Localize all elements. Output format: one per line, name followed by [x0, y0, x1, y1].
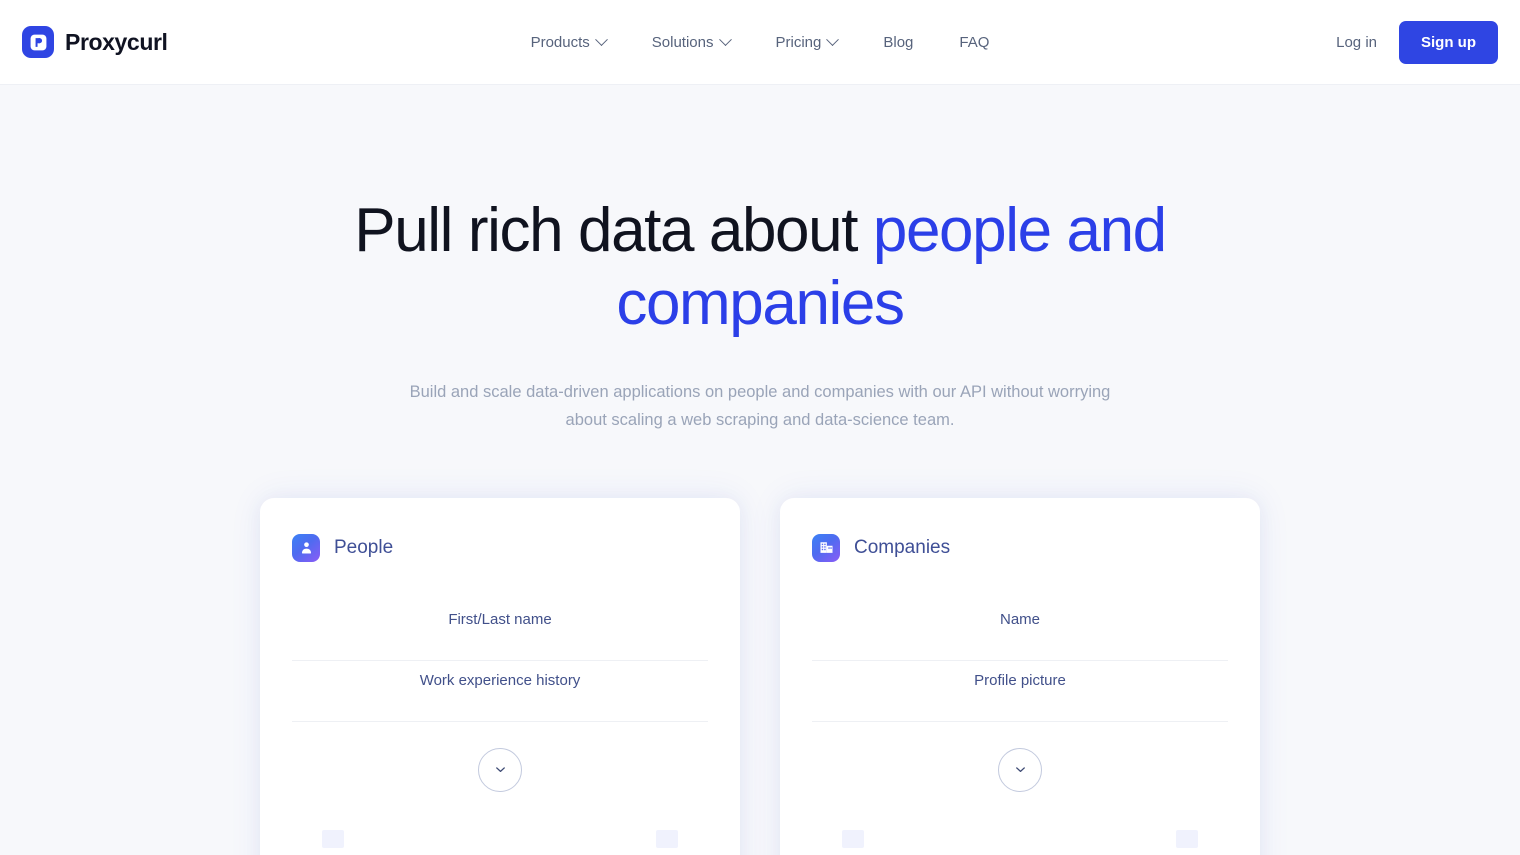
site-header: Proxycurl Products Solutions Pricing Blo… [0, 0, 1520, 85]
nav-item-faq[interactable]: FAQ [959, 34, 989, 51]
card-people-expand-wrap [292, 747, 708, 792]
nav-label-solutions: Solutions [651, 33, 714, 51]
card-companies-field-1: Name [812, 600, 1228, 661]
card-companies-header: Companies [812, 533, 1228, 562]
nav-item-solutions[interactable]: Solutions [651, 32, 732, 51]
card-companies-field-2: Profile picture [812, 661, 1228, 722]
main-navigation: Products Solutions Pricing Blog FAQ [0, 32, 1520, 51]
card-people: People First/Last name Work experience h… [260, 497, 740, 855]
person-icon [292, 533, 320, 562]
chevron-down-icon [718, 32, 732, 46]
header-actions: Log in Sign up [1336, 20, 1498, 64]
brand-logo[interactable]: Proxycurl [22, 26, 168, 58]
brand-name: Proxycurl [65, 28, 168, 55]
nav-item-pricing[interactable]: Pricing [775, 32, 840, 51]
chevron-down-icon [826, 32, 840, 46]
nav-label-products: Products [530, 33, 590, 51]
chevron-down-icon [1015, 767, 1025, 773]
partner-logo-placeholder [842, 829, 864, 848]
partner-logo-placeholder [1176, 829, 1198, 848]
card-people-expand-button[interactable] [478, 747, 522, 792]
card-companies-partner-logos [812, 792, 1228, 848]
chevron-down-icon [495, 767, 505, 773]
card-people-field-2: Work experience history [292, 661, 708, 722]
nav-item-blog[interactable]: Blog [883, 34, 913, 51]
nav-label-pricing: Pricing [775, 33, 822, 51]
card-people-partner-logos [292, 792, 708, 848]
page-title: Pull rich data about people and companie… [335, 195, 1185, 340]
card-companies: Companies Name Profile picture [780, 497, 1260, 855]
proxycurl-logo-icon [22, 26, 54, 58]
card-companies-expand-button[interactable] [998, 747, 1042, 792]
login-link[interactable]: Log in [1336, 34, 1377, 51]
hero-section: Pull rich data about people and companie… [0, 85, 1520, 855]
feature-cards: People First/Last name Work experience h… [260, 497, 1260, 855]
signup-button[interactable]: Sign up [1399, 20, 1498, 64]
card-people-field-1: First/Last name [292, 600, 708, 661]
card-people-header: People [292, 533, 708, 562]
card-companies-title: Companies [854, 536, 951, 558]
nav-item-products[interactable]: Products [530, 32, 608, 51]
partner-logo-placeholder [656, 829, 678, 848]
chevron-down-icon [594, 32, 608, 46]
hero-title-plain: Pull rich data about [354, 196, 873, 265]
partner-logo-placeholder [322, 829, 344, 848]
card-companies-expand-wrap [812, 747, 1228, 792]
hero-subtitle: Build and scale data-driven applications… [409, 383, 1111, 430]
building-icon [812, 533, 840, 562]
card-people-title: People [334, 536, 394, 558]
